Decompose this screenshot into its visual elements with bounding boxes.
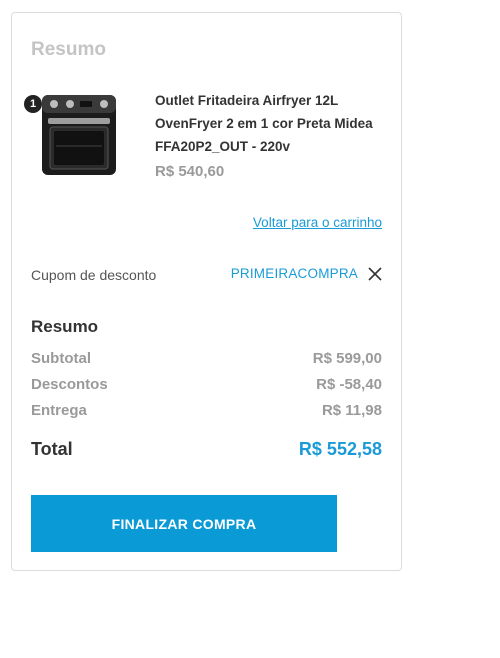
shipping-value: R$ 11,98 bbox=[321, 402, 382, 419]
discount-value: R$ -58,40 bbox=[316, 376, 382, 393]
product-price: R$ 540,60 bbox=[155, 163, 225, 180]
subtotal-value: R$ 599,00 bbox=[312, 350, 382, 367]
product-name: Outlet Fritadeira Airfryer 12L OvenFryer… bbox=[155, 93, 373, 154]
subtotal-label: Subtotal bbox=[31, 350, 91, 367]
shipping-label: Entrega bbox=[31, 402, 87, 419]
total-label: Total bbox=[31, 439, 73, 459]
discount-label: Descontos bbox=[31, 376, 108, 393]
subtotal-row: Subtotal R$ 599,00 bbox=[31, 350, 382, 370]
coupon-row: Cupom de desconto PRIMEIRACOMPRA bbox=[31, 265, 383, 287]
coupon-label: Cupom de desconto bbox=[31, 267, 157, 283]
checkout-button[interactable]: FINALIZAR COMPRA bbox=[31, 495, 337, 552]
close-icon[interactable] bbox=[367, 266, 383, 282]
order-summary-card: Resumo 1 Outlet Fritadeira Airfryer 12L … bbox=[11, 12, 402, 571]
card-title: Resumo bbox=[31, 39, 106, 60]
total-row: Total R$ 552,58 bbox=[31, 439, 382, 463]
discount-row: Descontos R$ -58,40 bbox=[31, 376, 382, 396]
totals-title: Resumo bbox=[31, 317, 99, 336]
total-value: R$ 552,58 bbox=[298, 439, 382, 459]
coupon-code: PRIMEIRACOMPRA bbox=[230, 266, 358, 281]
shipping-row: Entrega R$ 11,98 bbox=[31, 402, 382, 422]
back-to-cart-link[interactable]: Voltar para o carrinho bbox=[253, 215, 382, 230]
product-image-icon bbox=[42, 95, 116, 175]
